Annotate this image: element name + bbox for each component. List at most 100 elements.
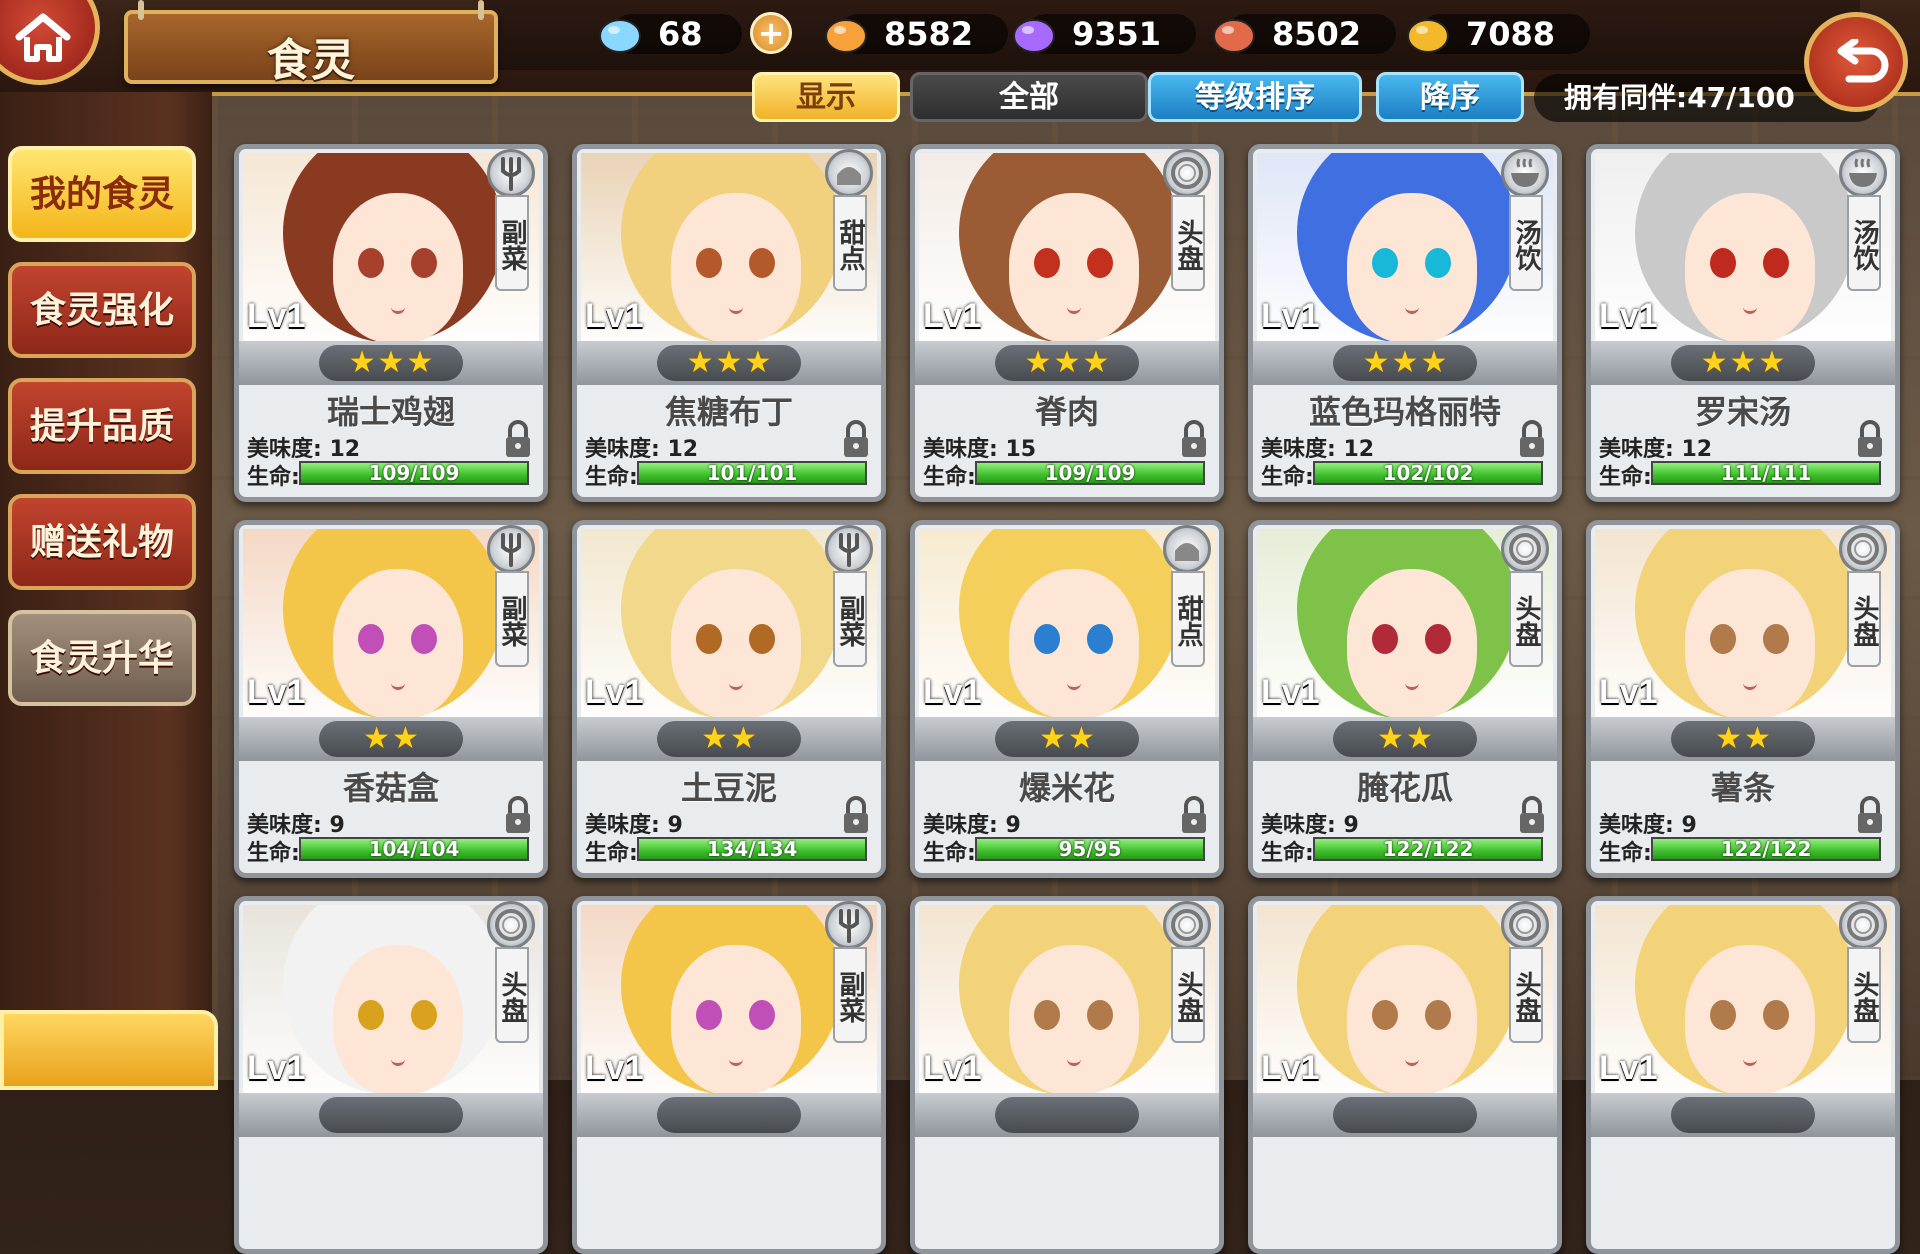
- cake-icon: [1163, 525, 1211, 573]
- soup-icon: [1501, 149, 1549, 197]
- food-soul-card[interactable]: Lv1 头盘: [910, 896, 1224, 1254]
- plate-icon: [1163, 901, 1211, 949]
- food-soul-card[interactable]: Lv1 头盘: [1248, 896, 1562, 1254]
- food-soul-card[interactable]: Lv1 副菜 ★ ★ 香菇盒 美味度: 9 生命: 104/104: [234, 520, 548, 878]
- character-face: [671, 193, 801, 343]
- character-eye: [1034, 624, 1060, 654]
- star-rating: [1671, 1097, 1815, 1133]
- sidebar-item-upgrade-quality[interactable]: 提升品质: [8, 378, 196, 474]
- descending-order-button[interactable]: 降序: [1376, 72, 1524, 122]
- lock-icon[interactable]: [1855, 795, 1885, 837]
- character-face: [333, 193, 463, 343]
- star-rating: [657, 1097, 801, 1133]
- hp-bar: 134/134: [637, 837, 867, 861]
- character-face: [1685, 569, 1815, 719]
- sidebar-item-ascend[interactable]: 食灵升华: [8, 610, 196, 706]
- dish-type-label: 头盘: [1509, 571, 1543, 667]
- food-soul-card[interactable]: Lv1 汤饮 ★ ★ ★ 蓝色玛格丽特 美味度: 12 生命: 102/102: [1248, 144, 1562, 502]
- star-icon: ★: [377, 345, 405, 380]
- diamond-icon: [592, 10, 648, 58]
- food-soul-card[interactable]: Lv1 头盘 ★ ★ 薯条 美味度: 9 生命: 122/122: [1586, 520, 1900, 878]
- plate-icon: [1839, 901, 1887, 949]
- food-soul-card[interactable]: Lv1 副菜 ★ ★ 土豆泥 美味度: 9 生命: 134/134: [572, 520, 886, 878]
- food-soul-card[interactable]: Lv1 头盘 ★ ★ 腌花瓜 美味度: 9 生命: 122/122: [1248, 520, 1562, 878]
- sidebar-item-my-food-souls[interactable]: 我的食灵: [8, 146, 196, 242]
- food-soul-card[interactable]: Lv1 副菜 ★ ★ ★ 瑞士鸡翅 美味度: 12 生命: 109/109: [234, 144, 548, 502]
- lock-icon[interactable]: [841, 419, 871, 461]
- rarity-bar: [1591, 1093, 1895, 1137]
- character-name: 腌花瓜: [1356, 769, 1453, 807]
- lock-icon[interactable]: [1517, 795, 1547, 837]
- hp-value: 122/122: [1382, 837, 1474, 861]
- dish-type-badge: 甜点: [825, 149, 875, 303]
- star-rating: [319, 1097, 463, 1133]
- character-name: 薯条: [1710, 769, 1775, 807]
- level-label: Lv1: [1599, 297, 1658, 335]
- food-soul-card[interactable]: Lv1 头盘 ★ ★ ★ 脊肉 美味度: 15 生命: 109/109: [910, 144, 1224, 502]
- lock-icon[interactable]: [1517, 419, 1547, 461]
- star-rating: [995, 1097, 1139, 1133]
- resource-value: 8582: [884, 15, 974, 53]
- character-eye: [1710, 624, 1736, 654]
- lock-icon[interactable]: [1179, 419, 1209, 461]
- food-soul-card[interactable]: Lv1 甜点 ★ ★ 爆米花 美味度: 9 生命: 95/95: [910, 520, 1224, 878]
- star-rating: ★ ★ ★: [1671, 345, 1815, 381]
- lock-icon[interactable]: [503, 795, 533, 837]
- dish-type-label: 头盘: [1847, 571, 1881, 667]
- display-filter-button[interactable]: 显示: [752, 72, 900, 122]
- dish-type-label: 头盘: [1847, 947, 1881, 1043]
- dish-type-label: 头盘: [1171, 195, 1205, 291]
- fork-icon: [487, 149, 535, 197]
- character-face: [333, 569, 463, 719]
- food-soul-card[interactable]: Lv1 头盘: [234, 896, 548, 1254]
- soup-icon: [1839, 149, 1887, 197]
- sidebar-item-enhance[interactable]: 食灵强化: [8, 262, 196, 358]
- food-soul-card[interactable]: Lv1 头盘: [1586, 896, 1900, 1254]
- character-face: [1009, 569, 1139, 719]
- character-eye: [358, 624, 384, 654]
- dish-type-badge: 副菜: [487, 149, 537, 303]
- dish-type-label: 副菜: [833, 571, 867, 667]
- add-diamond-button[interactable]: +: [750, 12, 792, 54]
- character-eye: [1710, 248, 1736, 278]
- dish-type-badge: 副菜: [487, 525, 537, 679]
- dish-type-label: 副菜: [495, 571, 529, 667]
- rarity-bar: ★ ★ ★: [239, 341, 543, 385]
- lock-icon[interactable]: [841, 795, 871, 837]
- star-icon: ★: [1758, 345, 1786, 380]
- hp-bar: 95/95: [975, 837, 1205, 861]
- resource-food-bowl: 7088: [1400, 10, 1590, 58]
- food-soul-card[interactable]: Lv1 汤饮 ★ ★ ★ 罗宋汤 美味度: 12 生命: 111/111: [1586, 144, 1900, 502]
- resource-diamond: 68: [592, 10, 742, 58]
- back-arrow-icon: [1837, 39, 1889, 83]
- character-name: 瑞士鸡翅: [326, 393, 455, 431]
- character-name: 罗宋汤: [1694, 393, 1791, 431]
- level-sort-button[interactable]: 等级排序: [1148, 72, 1362, 122]
- level-label: Lv1: [585, 673, 644, 711]
- food-soul-card[interactable]: Lv1 副菜: [572, 896, 886, 1254]
- plate-icon: [487, 901, 535, 949]
- dish-type-badge: 头盘: [487, 901, 537, 1055]
- character-eye: [1710, 1000, 1736, 1030]
- back-button[interactable]: [1804, 12, 1908, 112]
- star-rating: ★ ★: [995, 721, 1139, 757]
- hp-bar: 109/109: [299, 461, 529, 485]
- hp-bar: 104/104: [299, 837, 529, 861]
- lock-icon[interactable]: [1179, 795, 1209, 837]
- sidebar-bottom-tab[interactable]: [0, 1010, 218, 1090]
- category-dropdown[interactable]: 全部: [910, 72, 1148, 122]
- rarity-bar: ★ ★: [577, 717, 881, 761]
- lock-icon[interactable]: [503, 419, 533, 461]
- level-label: Lv1: [247, 1049, 306, 1087]
- fork-icon: [825, 525, 873, 573]
- level-label: Lv1: [1261, 1049, 1320, 1087]
- hp-bar: 122/122: [1651, 837, 1881, 861]
- lock-icon[interactable]: [1855, 419, 1885, 461]
- star-icon: ★: [1744, 721, 1771, 756]
- level-label: Lv1: [1599, 1049, 1658, 1087]
- potion-icon: [818, 10, 874, 58]
- food-soul-card[interactable]: Lv1 甜点 ★ ★ ★ 焦糖布丁 美味度: 12 生命: 101/101: [572, 144, 886, 502]
- hp-label: 生命:: [247, 465, 300, 490]
- plate-icon: [1501, 525, 1549, 573]
- sidebar-item-send-gift[interactable]: 赠送礼物: [8, 494, 196, 590]
